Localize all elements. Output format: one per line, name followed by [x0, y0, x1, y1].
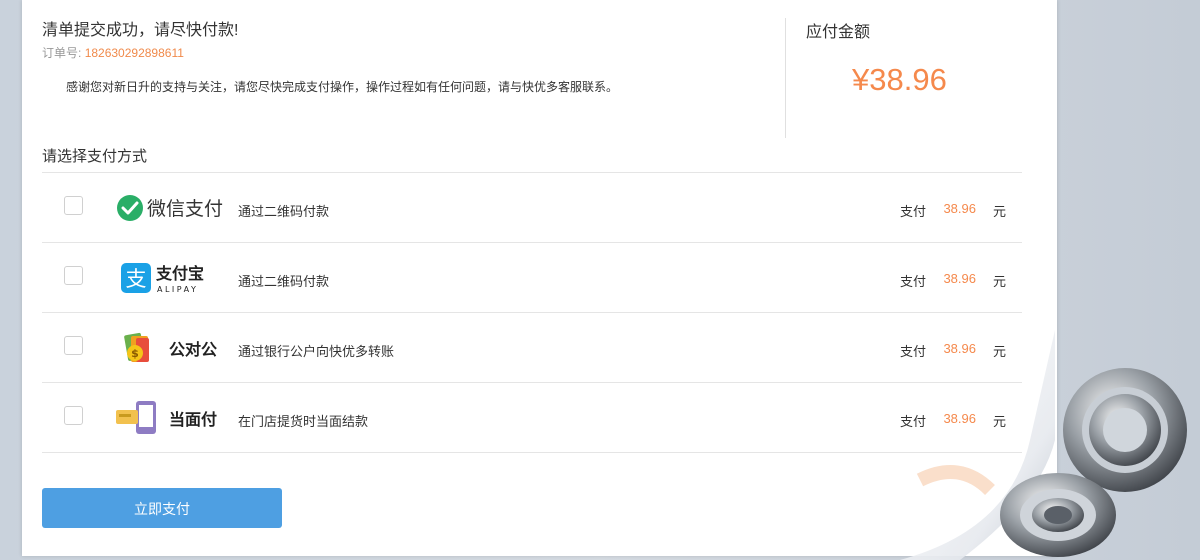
alipay-checkbox[interactable] [64, 266, 83, 285]
payment-method-wechat[interactable]: 微信支付 通过二维码付款 支付 38.96 元 [42, 173, 1022, 243]
face-to-face-desc: 在门店提货时当面结款 [238, 414, 369, 429]
bank-transfer-logo: $ 公对公 [116, 331, 231, 365]
alipay-icon: 支 支付宝 ALIPAY [121, 263, 204, 294]
page-title: 清单提交成功，请尽快付款! [42, 22, 239, 39]
amount-value: ¥38.96 [852, 62, 947, 97]
alipay-desc: 通过二维码付款 [238, 274, 330, 289]
wechat-pay-icon: 微信支付 [117, 195, 223, 221]
wechat-pay-logo: 微信支付 [116, 191, 231, 225]
vertical-divider [785, 18, 786, 138]
order-info: 订单号: 182630292898611 [42, 44, 184, 61]
payment-method-list: 微信支付 通过二维码付款 支付 38.96 元 支 支付宝 ALIPAY 通过二… [42, 172, 1022, 453]
pay-amount: 38.96 [943, 201, 976, 216]
bank-transfer-desc: 通过银行公户向快优多转账 [238, 344, 395, 359]
payment-section-label: 请选择支付方式 [42, 148, 148, 165]
svg-text:$: $ [131, 347, 139, 360]
alipay-logo: 支 支付宝 ALIPAY [116, 261, 231, 295]
payment-method-bank-transfer[interactable]: $ 公对公 通过银行公户向快优多转账 支付 38.96 元 [42, 313, 1022, 383]
face-to-face-logo-text: 当面付 [169, 410, 217, 429]
bearing-decoration-image [900, 330, 1187, 560]
payment-method-alipay[interactable]: 支 支付宝 ALIPAY 通过二维码付款 支付 38.96 元 [42, 243, 1022, 313]
thanks-message: 感谢您对新日升的支持与关注，请您尽快完成支付操作，操作过程如有任何问题，请与快优… [66, 80, 619, 94]
pay-now-button[interactable]: 立即支付 [42, 488, 282, 528]
wechat-checkbox[interactable] [64, 196, 83, 215]
face-to-face-checkbox[interactable] [64, 406, 83, 425]
payment-method-face-to-face[interactable]: 当面付 在门店提货时当面结款 支付 38.96 元 [42, 383, 1022, 453]
face-to-face-logo: 当面付 [116, 401, 231, 435]
order-number: 182630292898611 [84, 46, 184, 60]
alipay-logo-text: 支付宝 [155, 264, 204, 283]
pay-unit: 元 [992, 274, 1006, 289]
pay-label: 支付 [899, 204, 926, 219]
pay-amount: 38.96 [943, 271, 976, 286]
bank-transfer-checkbox[interactable] [64, 336, 83, 355]
amount-label: 应付金额 [806, 24, 871, 41]
bank-transfer-icon: $ 公对公 [124, 332, 217, 362]
svg-text:支: 支 [126, 267, 147, 291]
pay-label: 支付 [899, 274, 926, 289]
order-label: 订单号: [42, 46, 82, 60]
alipay-logo-sub: ALIPAY [157, 285, 198, 294]
face-to-face-pay-icon: 当面付 [116, 401, 217, 434]
wechat-desc: 通过二维码付款 [238, 204, 330, 219]
bank-transfer-logo-text: 公对公 [169, 340, 217, 359]
wechat-logo-text: 微信支付 [147, 198, 223, 220]
pay-unit: 元 [992, 204, 1006, 219]
